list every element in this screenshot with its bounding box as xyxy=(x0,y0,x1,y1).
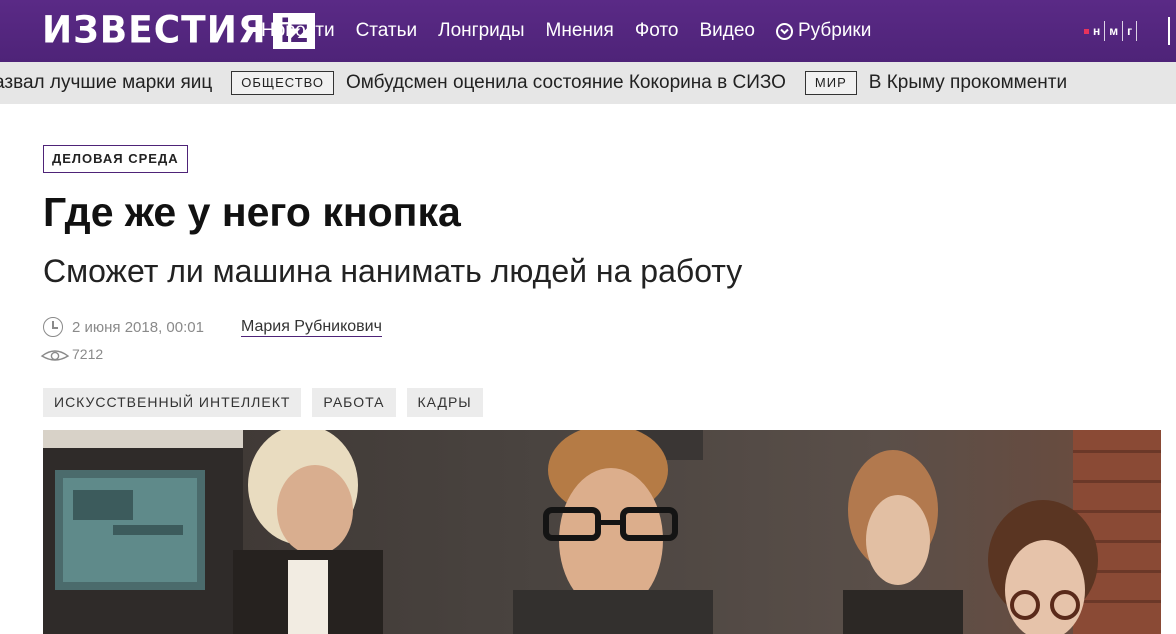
news-ticker: азвал лучшие марки яиц ОБЩЕСТВО Омбудсме… xyxy=(0,62,1176,104)
nmg-divider xyxy=(1122,21,1124,41)
article-author-link[interactable]: Мария Рубникович xyxy=(240,318,382,337)
article-meta: 2 июня 2018, 00:01 Мария Рубникович xyxy=(43,316,382,338)
nav-item-video[interactable]: Видео xyxy=(699,0,755,62)
hero-photo-image xyxy=(43,430,1161,634)
ticker-rubric-badge[interactable]: МИР xyxy=(804,71,857,95)
ticker-headline[interactable]: азвал лучшие марки яиц xyxy=(0,72,212,94)
clock-icon xyxy=(43,317,63,337)
nmg-divider xyxy=(1136,21,1138,41)
logo-wordmark: ИЗВЕСТИЯ xyxy=(42,8,267,52)
ticker-headline[interactable]: В Крыму прокомменти xyxy=(869,72,1067,94)
nav-item-rubrics-label: Рубрики xyxy=(797,20,872,41)
nmg-letter-m: м xyxy=(1109,24,1119,38)
article-tags: ИСКУССТВЕННЫЙ ИНТЕЛЛЕКТ РАБОТА КАДРЫ xyxy=(43,388,483,417)
tag-ai[interactable]: ИСКУССТВЕННЫЙ ИНТЕЛЛЕКТ xyxy=(43,388,302,417)
eye-icon xyxy=(40,350,70,361)
site-header: ИЗВЕСТИЯ iz Новости Статьи Лонгриды Мнен… xyxy=(0,0,1176,62)
main-nav: Новости Статьи Лонгриды Мнения Фото Виде… xyxy=(261,0,871,62)
nmg-divider xyxy=(1104,21,1106,41)
nav-item-articles[interactable]: Статьи xyxy=(356,0,418,62)
ticker-headline[interactable]: Омбудсмен оценила состояние Кокорина в С… xyxy=(346,72,786,94)
article-title: Где же у него кнопка xyxy=(43,189,461,235)
tag-work[interactable]: РАБОТА xyxy=(312,388,396,417)
ticker-track: азвал лучшие марки яиц ОБЩЕСТВО Омбудсме… xyxy=(0,62,1086,104)
nmg-holding-link[interactable]: н м г xyxy=(1084,19,1138,43)
nav-item-photo[interactable]: Фото xyxy=(635,0,679,62)
nmg-letter-g: г xyxy=(1127,24,1133,38)
chevron-circle-icon xyxy=(775,22,793,40)
views-count: 7212 xyxy=(72,346,104,362)
nav-item-rubrics[interactable]: Рубрики xyxy=(775,0,872,62)
article-date: 2 июня 2018, 00:01 xyxy=(72,318,204,336)
article-views: 7212 xyxy=(40,344,103,364)
article-hero-photo xyxy=(43,430,1161,634)
nmg-letter-n: н xyxy=(1093,24,1101,38)
header-edge-divider xyxy=(1168,17,1170,45)
nav-item-longreads[interactable]: Лонгриды xyxy=(438,0,524,62)
article-subtitle: Сможет ли машина нанимать людей на работ… xyxy=(43,253,743,289)
nav-item-news[interactable]: Новости xyxy=(261,0,335,62)
ticker-rubric-badge[interactable]: ОБЩЕСТВО xyxy=(231,71,334,95)
article-rubric-badge[interactable]: ДЕЛОВАЯ СРЕДА xyxy=(43,145,188,173)
nav-item-opinions[interactable]: Мнения xyxy=(546,0,614,62)
nmg-dot-icon xyxy=(1084,28,1089,34)
tag-staff[interactable]: КАДРЫ xyxy=(406,388,483,417)
